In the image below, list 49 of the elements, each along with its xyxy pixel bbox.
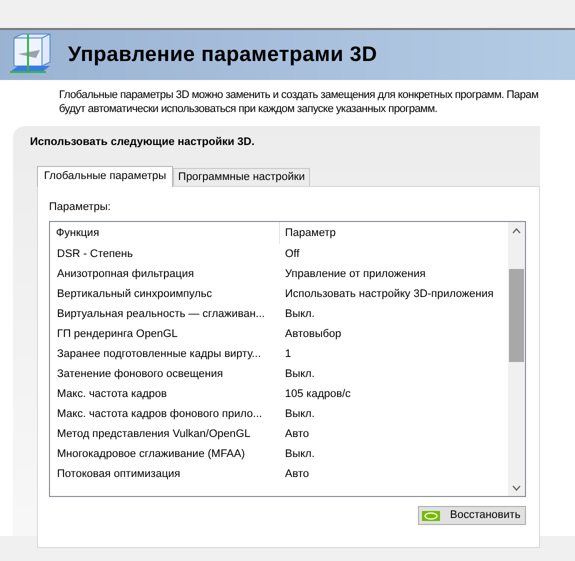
- eye-logo-icon: [422, 510, 440, 520]
- function-cell-text: Заранее подготовленные кадры вирту...: [56, 346, 262, 362]
- settings-row[interactable]: Потоковая оптимизация Авто: [50, 464, 508, 484]
- parameters-label: Параметры:: [49, 200, 112, 214]
- scroll-thumb[interactable]: [509, 269, 524, 362]
- value-cell-text: 105 кадров/с: [284, 386, 351, 402]
- value-cell-text: Off: [284, 246, 300, 262]
- function-cell-text: Макс. частота кадров: [56, 386, 168, 402]
- settings-row[interactable]: ГП рендеринга OpenGL Автовыбор: [50, 324, 508, 344]
- settings-row[interactable]: DSR - Степень Off: [50, 244, 508, 264]
- page-title: Управление параметрами 3D: [68, 42, 378, 68]
- restore-button[interactable]: Восстановить: [418, 506, 526, 525]
- value-cell-text: Выкл.: [284, 306, 315, 322]
- function-cell-text: Анизотропная фильтрация: [56, 266, 195, 282]
- settings-row[interactable]: Анизотропная фильтрация Управление от приложения: [50, 264, 508, 284]
- settings-row[interactable]: Вертикальный синхроимпульс Использовать настройку 3D-приложения: [50, 284, 508, 304]
- value-cell-text: Автовыбор: [284, 326, 342, 342]
- function-cell-text: Виртуальная реальность — сглаживан...: [56, 306, 266, 322]
- function-cell-text: Затенение фонового освещения: [56, 366, 224, 382]
- value-cell-text: Выкл.: [284, 366, 315, 382]
- function-cell-text: Метод представления Vulkan/OpenGL: [56, 426, 252, 442]
- value-cell-text: Авто: [284, 466, 309, 482]
- value-cell-text: Выкл.: [284, 406, 315, 422]
- value-cell-text: 1: [284, 346, 292, 362]
- scrollbar[interactable]: [508, 222, 525, 496]
- section-heading: Использовать следующие настройки 3D.: [30, 135, 256, 150]
- function-cell-text: DSR - Степень: [56, 246, 134, 262]
- settings-row[interactable]: Макс. частота кадров фонового прило... Выкл.: [50, 404, 508, 424]
- settings-row[interactable]: Метод представления Vulkan/OpenGL Авто: [50, 424, 508, 444]
- settings-row[interactable]: Заранее подготовленные кадры вирту... 1: [50, 344, 508, 364]
- function-cell-text: Вертикальный синхроимпульс: [56, 286, 214, 302]
- column-header: Параметр: [284, 226, 336, 241]
- value-cell-text: Управление от приложения: [284, 266, 426, 282]
- settings-row[interactable]: Многокадровое сглаживание (MFAA) Выкл.: [50, 444, 508, 464]
- function-cell-text: ГП рендеринга OpenGL: [56, 326, 179, 342]
- tab[interactable]: Глобальные параметры: [37, 166, 174, 186]
- value-cell-text: Авто: [284, 426, 309, 442]
- column-header: Функция: [50, 222, 280, 244]
- value-cell-text: Использовать настройку 3D-приложения: [284, 286, 494, 302]
- settings-row[interactable]: Виртуальная реальность — сглаживан... Выкл.: [50, 304, 508, 324]
- description-text: будут автоматически использоваться при каждом запуске указанных программ.: [59, 102, 438, 116]
- description-text: Глобальные параметры 3D можно заменить и создать замещения для конкретных программ. Парам: [59, 88, 538, 102]
- settings-row[interactable]: Затенение фонового освещения Выкл.: [50, 364, 508, 384]
- value-cell-text: Выкл.: [284, 446, 315, 462]
- function-cell-text: Потоковая оптимизация: [56, 466, 182, 482]
- settings-row[interactable]: Макс. частота кадров 105 кадров/с: [50, 384, 508, 404]
- tab[interactable]: Программные настройки: [173, 168, 310, 186]
- function-cell-text: Многокадровое сглаживание (MFAA): [56, 446, 246, 462]
- function-cell-text: Макс. частота кадров фонового прило...: [56, 406, 264, 422]
